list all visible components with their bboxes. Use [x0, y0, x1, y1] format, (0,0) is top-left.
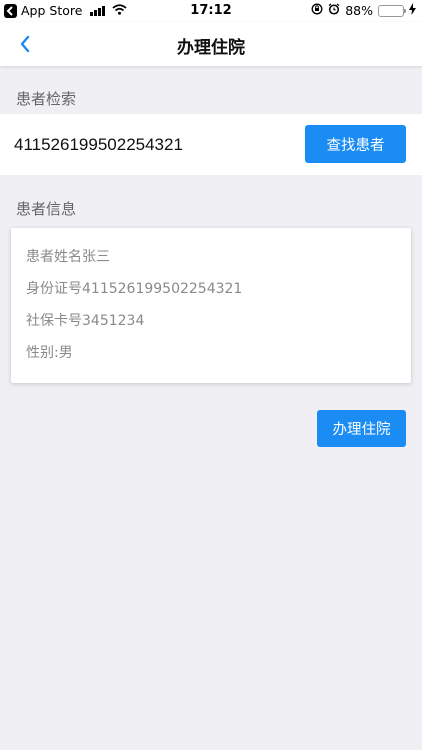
navigation-bar: 办理住院 — [0, 22, 422, 66]
patient-search-row: 查找患者 — [0, 114, 422, 175]
page-title: 办理住院 — [177, 38, 245, 58]
patient-info-label: 患者信息 — [16, 200, 77, 218]
screen-lock-icon — [311, 3, 323, 18]
patient-name: 患者姓名张三 — [26, 249, 110, 265]
status-right: 88% — [311, 3, 416, 18]
patient-search-label: 患者检索 — [16, 90, 77, 108]
patient-id-number: 身份证号411526199502254321 — [26, 281, 243, 297]
patient-gender: 性别:男 — [26, 345, 73, 361]
charging-icon — [409, 3, 416, 18]
admit-hospital-button[interactable]: 办理住院 — [317, 410, 406, 447]
status-bar: App Store 17:12 88% — [0, 0, 422, 22]
patient-social-card: 社保卡号3451234 — [26, 313, 145, 329]
battery-percent: 88% — [345, 3, 373, 18]
battery-icon — [378, 4, 406, 17]
id-number-input[interactable] — [14, 130, 284, 160]
find-patient-button[interactable]: 查找患者 — [305, 125, 406, 163]
patient-info-card: 患者姓名张三 身份证号411526199502254321 社保卡号345123… — [11, 228, 411, 383]
alarm-icon — [328, 3, 340, 18]
